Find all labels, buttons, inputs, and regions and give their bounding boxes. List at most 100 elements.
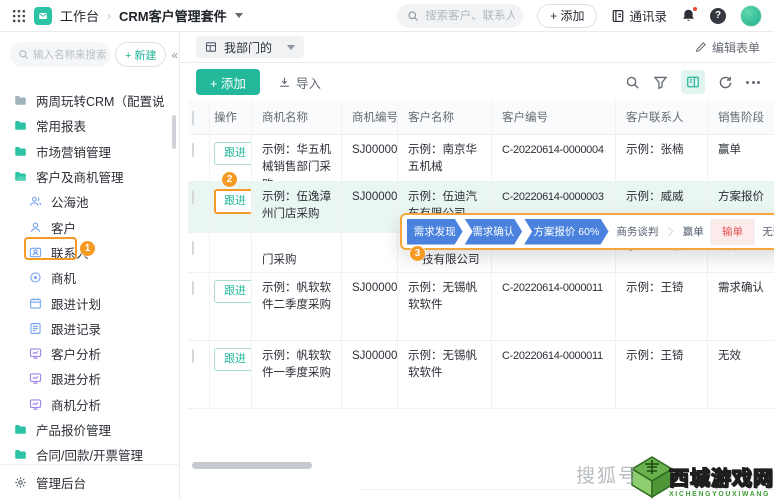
column-header-customer-contact: 客户联系人 (616, 100, 708, 134)
notification-badge-dot (692, 6, 698, 12)
main-content: 我部门的 编辑表单 + 添加 导入 操作 商机名称 商机编号 客户名称 客户编号… (180, 32, 774, 500)
import-download-icon (278, 76, 291, 89)
stage-step-todo[interactable]: 商务谈判 (611, 219, 665, 245)
breadcrumb-separator: › (107, 8, 112, 23)
card-view-toggle-icon[interactable] (681, 70, 705, 94)
filter-icon[interactable] (653, 75, 668, 90)
followup-button-highlighted[interactable]: 跟进 (214, 189, 251, 214)
annotation-badge-2: 2 (222, 172, 237, 187)
sidebar-item-opportunity-analysis[interactable]: 商机分析 (0, 392, 179, 417)
table-view-icon (205, 41, 217, 53)
collapse-sidebar-icon[interactable]: « (171, 48, 178, 62)
contacts-directory-button[interactable]: 通讯录 (611, 6, 667, 25)
horizontal-scrollbar[interactable] (192, 462, 312, 469)
sidebar-item-followup-records[interactable]: 跟进记录 (0, 316, 179, 341)
followup-button[interactable]: 跟进 (214, 348, 251, 371)
add-record-button[interactable]: + 添加 (196, 69, 260, 95)
cell-opportunity-code: SJ0000015 (342, 273, 398, 340)
select-all-checkbox[interactable] (192, 111, 194, 125)
workspace-app-icon[interactable] (34, 6, 52, 25)
sidebar-item-followup-plan[interactable]: 跟进计划 (0, 290, 179, 315)
sidebar-item-opportunities[interactable]: 商机 (0, 265, 179, 290)
cell-customer-contact: 示例：王锜 (616, 273, 708, 340)
cell-opportunity-name-partial: 门采购 (252, 233, 342, 272)
sidebar-search-box[interactable] (10, 42, 110, 67)
column-header-action: 操作 (210, 100, 252, 134)
table-row[interactable]: 跟进 示例：帆软软件二季度采购 SJ0000015 示例：无锡帆软软件 C-20… (188, 273, 774, 341)
folder-icon (14, 94, 27, 107)
target-icon (29, 271, 42, 284)
help-button[interactable]: ? (710, 7, 726, 24)
row-checkbox[interactable] (192, 281, 194, 295)
sidebar-item-guide[interactable]: 两周玩转CRM（配置说明） (0, 88, 179, 113)
view-selector[interactable]: 我部门的 (196, 36, 305, 58)
users-icon (29, 195, 42, 208)
column-header-opportunity-name: 商机名称 (252, 100, 342, 134)
stage-step-done[interactable]: 需求发现 (407, 219, 463, 245)
cell-customer-name: 示例：南京华五机械 (398, 135, 492, 181)
import-button[interactable]: 导入 (278, 73, 321, 92)
address-book-icon (611, 9, 625, 23)
folder-icon (14, 119, 27, 132)
cell-sales-stage: 赢单 (718, 144, 741, 156)
sidebar-search-input[interactable] (33, 48, 107, 61)
global-search-input[interactable] (425, 9, 516, 22)
table-row[interactable]: 跟进 示例：帆软软件一季度采购 SJ0000014 示例：无锡帆软软件 C-20… (188, 341, 774, 409)
crm-app-window: 工作台 › CRM客户管理套件 + 添加 通讯录 (0, 0, 774, 500)
row-checkbox[interactable] (192, 190, 194, 204)
table-row[interactable]: 跟进 示例：华五机械销售部门采购 SJ0000023 示例：南京华五机械 C-2… (188, 135, 774, 182)
sidebar-item-customer-management[interactable]: 客户及商机管理 (0, 164, 179, 189)
stage-step-done[interactable]: 需求确认 (465, 219, 523, 245)
sidebar-item-marketing[interactable]: 市场营销管理 (0, 139, 179, 164)
cell-opportunity-code: SJ0000022 (342, 182, 398, 232)
sidebar-scrollbar[interactable] (172, 115, 176, 149)
apps-grid-icon[interactable] (12, 9, 26, 23)
sidebar-item-public-pool[interactable]: 公海池 (0, 189, 179, 214)
search-icon[interactable] (625, 75, 640, 90)
cell-customer-code: C-20220614-0000011 (492, 341, 616, 408)
cell-opportunity-name: 示例：帆软软件二季度采购 (252, 273, 342, 340)
cell-customer-code: C-20220614-0000004 (492, 135, 616, 181)
column-header-sales-stage: 销售阶段 (718, 112, 764, 124)
stage-step-todo[interactable]: 赢单 (676, 219, 711, 245)
breadcrumb-workspace[interactable]: 工作台 (60, 6, 99, 25)
sidebar-item-followup-analysis[interactable]: 跟进分析 (0, 366, 179, 391)
row-checkbox[interactable] (192, 143, 194, 157)
more-options-icon[interactable] (746, 80, 760, 84)
row-checkbox[interactable] (192, 241, 194, 255)
edit-form-button[interactable]: 编辑表单 (695, 39, 760, 56)
pencil-icon (695, 41, 707, 53)
sidebar-item-quotation-management[interactable]: 产品报价管理 (0, 417, 179, 442)
global-search-box[interactable] (397, 3, 524, 28)
global-add-button[interactable]: + 添加 (537, 3, 598, 28)
pagination-bar: 20 条/页 共5条 (360, 489, 774, 500)
search-icon (407, 10, 419, 22)
notifications-button[interactable] (681, 6, 698, 23)
sidebar-menu: 两周玩转CRM（配置说明） 常用报表 市场营销管理 客户及商机管理 公海池 客户 (0, 88, 179, 493)
column-header-opportunity-code: 商机编号 (342, 100, 398, 134)
followup-button[interactable]: 跟进 (214, 142, 251, 165)
new-item-button[interactable]: + 新建 (115, 42, 167, 67)
admin-backend-button[interactable]: 管理后台 (0, 464, 179, 500)
contacts-label: 通讯录 (629, 10, 667, 24)
page-title[interactable]: CRM客户管理套件 (119, 6, 227, 25)
sidebar-item-reports[interactable]: 常用报表 (0, 113, 179, 138)
sidebar-item-customer-analysis[interactable]: 客户分析 (0, 341, 179, 366)
cell-customer-contact: 示例：张楠 (616, 135, 708, 181)
sales-stage-popup: 需求发现 需求确认 方案报价 60% 商务谈判 赢单 输单 无效 (400, 213, 774, 250)
stage-step-invalid[interactable]: 无效 (755, 219, 774, 245)
row-checkbox[interactable] (192, 349, 194, 363)
user-avatar[interactable] (740, 4, 762, 27)
top-navigation-bar: 工作台 › CRM客户管理套件 + 添加 通讯录 (0, 0, 774, 32)
refresh-icon[interactable] (718, 75, 733, 90)
stage-step-current[interactable]: 方案报价 60% (524, 219, 608, 245)
column-header-customer-name: 客户名称 (398, 100, 492, 134)
stage-step-lost[interactable]: 输单 (711, 218, 754, 245)
annotation-badge-1: 1 (80, 241, 95, 256)
chevron-right-icon (663, 226, 674, 237)
analysis-chart-icon (29, 347, 42, 360)
title-dropdown-caret-icon[interactable] (234, 13, 243, 18)
followup-button[interactable]: 跟进 (214, 280, 251, 303)
sidebar-item-customers[interactable]: 客户 (0, 214, 179, 239)
table-header-row: 操作 商机名称 商机编号 客户名称 客户编号 客户联系人 销售阶段 (188, 100, 774, 135)
